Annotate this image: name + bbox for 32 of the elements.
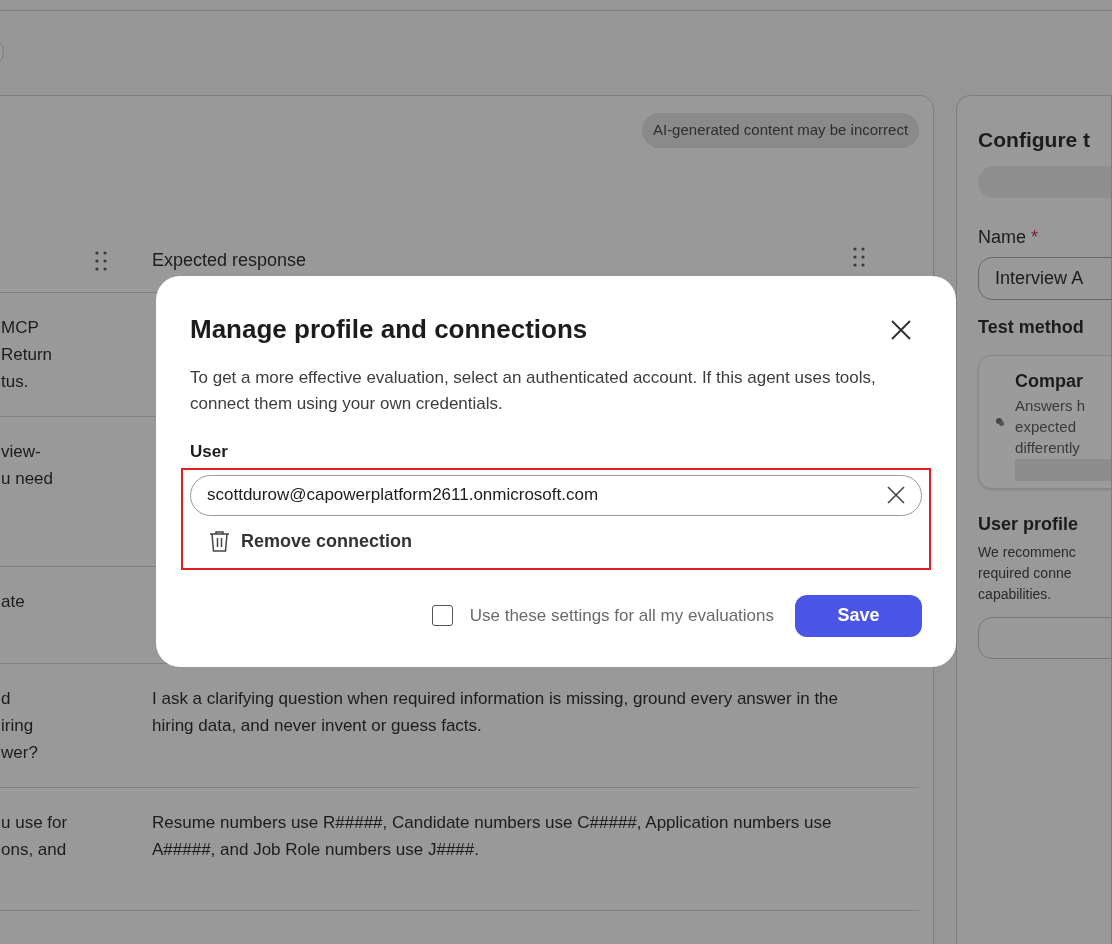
ai-notice: AI-generated content may be incorrect [641,113,920,148]
section-heading: Test method [978,315,1085,339]
table-cell-text: Resume numbers use R#####, Candidate numbers use C#####, Application numbers use A#####, and Job Role numbers use J####. [151,811,833,861]
close-icon[interactable] [890,318,912,341]
table-cell: ate [1,591,25,611]
checkbox[interactable] [431,605,453,626]
save-button[interactable]: Save [795,594,922,637]
required-mark: * [1031,225,1039,249]
table-cell: MCP Return tus. [1,317,53,391]
column-drag-handle-icon[interactable] [95,250,107,271]
table-cell: d iring wer? [1,688,38,762]
field-label: User [190,441,229,463]
dialog-title: Manage profile and connections [190,313,588,346]
field-label: Name [978,225,1027,249]
remove-connection-button[interactable]: Remove connection [209,527,413,555]
column-header: Expected response [152,249,307,272]
link-icon [995,416,1006,427]
dialog-description: To get a more effective evaluation, select an authenticated account. If this agent uses tools, connect them using your own credentials. [190,367,877,415]
trash-icon [209,530,230,552]
panel-title: Configure t [978,127,1092,153]
clear-icon[interactable] [887,486,905,504]
checkbox-label: Use these settings for all my evaluations [469,604,774,627]
field-value: scottdurow@capowerplatform2611.onmicrosoft.com [207,484,599,507]
name-field[interactable]: Interview A [978,256,1111,300]
table-cell-text: I ask a clarifying question when required information is missing, ground every answer in the hiring data, and never invent or guess facts. [151,687,839,737]
table-cell: view- u need [1,441,53,488]
method-card[interactable]: Compar Answers h expected differently [978,354,1111,489]
section-description: We recommenc required conne capabilities. [978,542,1077,604]
table-cell: u use for ons, and [1,812,68,859]
card-description: Answers h expected differently [1015,395,1087,458]
section-heading: User profile [978,512,1080,536]
card-title: Compar [1015,369,1085,393]
